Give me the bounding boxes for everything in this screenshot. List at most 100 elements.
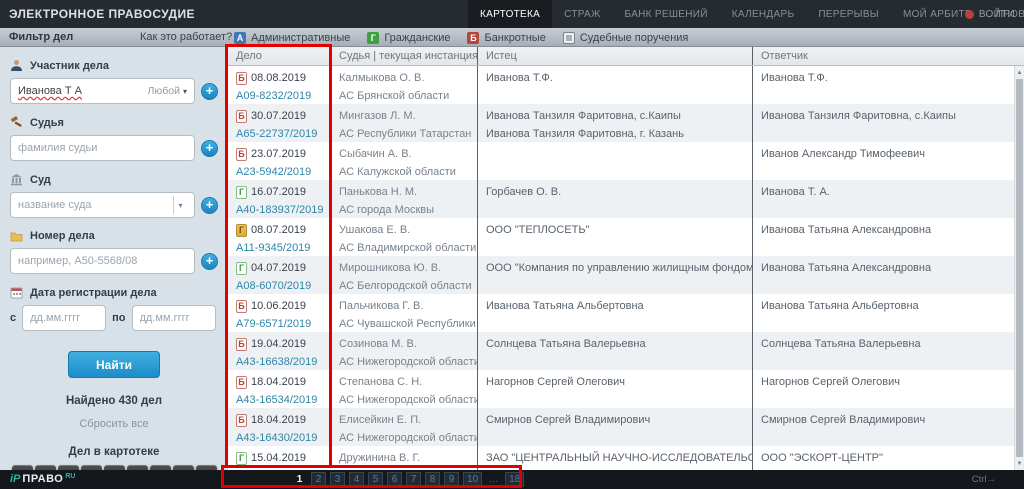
plaintiff-name: Солнцева Татьяна Валерьевна: [486, 337, 744, 351]
add-case-number-button[interactable]: +: [201, 253, 218, 270]
date-to-label: по: [112, 312, 125, 324]
participant-role-select[interactable]: Любой ▾: [148, 85, 188, 97]
judge-cell: Мингазов Л. М.АС Республики Татарстан: [331, 104, 478, 142]
top-nav: КАРТОТЕКАСТРАЖБАНК РЕШЕНИЙКАЛЕНДАРЬПЕРЕР…: [468, 0, 1024, 28]
participant-value: Иванова Т А: [18, 85, 82, 97]
table-row[interactable]: Б18.04.2019А43-16534/2019Степанова С. Н.…: [228, 370, 1024, 408]
case-number-label: Номер дела: [30, 230, 95, 242]
column-header-case[interactable]: Дело: [228, 47, 331, 65]
pagination-page[interactable]: 18: [505, 472, 524, 487]
court-name: АС Брянской области: [339, 89, 469, 103]
pagination-page[interactable]: 3: [330, 472, 345, 487]
judge-input[interactable]: [10, 135, 195, 161]
plaintiff-cell: Иванова Танзиля Фаритовна, с.КаипыИванов…: [478, 104, 753, 142]
top-nav-item[interactable]: СТРАЖ: [552, 0, 612, 28]
login-dot-icon: [965, 10, 974, 19]
scroll-down-icon[interactable]: ▼: [1015, 458, 1024, 469]
case-number-link[interactable]: А40-183937/2019: [236, 203, 323, 217]
column-header-judge[interactable]: Судья | текущая инстанция: [331, 47, 478, 65]
case-number-link[interactable]: А08-6070/2019: [236, 279, 311, 293]
pagination-page[interactable]: 6: [387, 472, 402, 487]
pagination-page[interactable]: 5: [368, 472, 383, 487]
defendant-name: Иванова Т.Ф.: [761, 71, 1016, 85]
court-dropdown-button[interactable]: ▾: [173, 196, 187, 214]
case-number-link[interactable]: А79-6571/2019: [236, 317, 311, 331]
how-it-works-link[interactable]: Как это работает?: [140, 31, 232, 43]
table-row[interactable]: Б19.04.2019А43-16638/2019Созинова М. В.А…: [228, 332, 1024, 370]
pagination-page[interactable]: 1: [292, 472, 307, 487]
vertical-scrollbar[interactable]: ▲ ▼: [1014, 66, 1024, 470]
table-row[interactable]: Г08.07.2019А11-9345/2019Ушакова Е. В.АС …: [228, 218, 1024, 256]
pagination-page[interactable]: 9: [444, 472, 459, 487]
pagination-page[interactable]: 7: [406, 472, 421, 487]
court-name: АС Республики Татарстан: [339, 127, 469, 141]
case-type-icon: Г: [236, 224, 247, 237]
case-cell: Г04.07.2019А08-6070/2019: [228, 256, 331, 294]
date-from-input[interactable]: [22, 305, 106, 331]
login-button[interactable]: ВОЙТИ: [965, 0, 1015, 28]
judge-name: Пальчикова Г. В.: [339, 299, 469, 313]
case-number-link[interactable]: А43-16638/2019: [236, 355, 317, 369]
plaintiff-name: Смирнов Сергей Владимирович: [486, 413, 744, 427]
court-name: АС Нижегородской области: [339, 393, 469, 407]
case-type-icon: Б: [236, 72, 247, 85]
add-participant-button[interactable]: +: [201, 83, 218, 100]
case-type-icon: Г: [236, 452, 247, 465]
case-cell: Г16.07.2019 А40-183937/2019: [228, 180, 331, 218]
plaintiff-name: Нагорнов Сергей Олегович: [486, 375, 744, 389]
case-type-tab[interactable]: Судебные поручения: [563, 32, 689, 44]
table-row[interactable]: Б18.04.2019А43-16430/2019Елисейкин Е. П.…: [228, 408, 1024, 446]
table-row[interactable]: Б10.06.2019А79-6571/2019Пальчикова Г. В.…: [228, 294, 1024, 332]
case-number-link[interactable]: А43-16534/2019: [236, 393, 317, 407]
pagination-page[interactable]: 8: [425, 472, 440, 487]
person-icon: [10, 59, 23, 72]
defendant-cell: Иванова Татьяна Александровна: [753, 218, 1024, 256]
case-date: 15.04.2019: [251, 451, 306, 465]
scrollbar-thumb[interactable]: [1016, 79, 1023, 457]
case-number-link[interactable]: А23-5942/2019: [236, 165, 311, 179]
case-cell: Г15.04.2019А40-86349/2019: [228, 446, 331, 470]
top-nav-item[interactable]: КАРТОТЕКА: [468, 0, 552, 28]
pravo-logo-suffix: RU: [65, 473, 75, 480]
pagination-page[interactable]: 2: [311, 472, 326, 487]
case-type-tab[interactable]: ББанкротные: [467, 32, 545, 44]
table-row[interactable]: Б08.08.2019А09-8232/2019Калмыкова О. В.А…: [228, 66, 1024, 104]
table-row[interactable]: Б30.07.2019А65-22737/2019Мингазов Л. М.А…: [228, 104, 1024, 142]
add-judge-button[interactable]: +: [201, 140, 218, 157]
case-number-link[interactable]: А09-8232/2019: [236, 89, 311, 103]
participant-input[interactable]: Иванова Т А Любой ▾: [10, 78, 195, 104]
case-number-input[interactable]: [10, 248, 195, 274]
plaintiff-cell: Нагорнов Сергей Олегович: [478, 370, 753, 408]
case-number-link[interactable]: А11-9345/2019: [236, 241, 310, 255]
top-nav-item[interactable]: БАНК РЕШЕНИЙ: [613, 0, 720, 28]
court-input[interactable]: название суда ▾: [10, 192, 195, 218]
column-header-plaintiff[interactable]: Истец: [478, 47, 753, 65]
case-cell: Г08.07.2019А11-9345/2019: [228, 218, 331, 256]
find-button[interactable]: Найти: [68, 351, 160, 378]
pravo-ru-logo[interactable]: iP ПРАВО RU: [10, 473, 75, 485]
pagination-page[interactable]: 10: [463, 472, 482, 487]
scroll-up-icon[interactable]: ▲: [1015, 67, 1024, 78]
case-type-tab[interactable]: ГГражданские: [367, 32, 450, 44]
defendant-cell: Нагорнов Сергей Олегович: [753, 370, 1024, 408]
case-date-line: Г16.07.2019: [236, 185, 323, 199]
add-court-button[interactable]: +: [201, 197, 218, 214]
defendant-cell: Иванова Танзиля Фаритовна, с.Каипы: [753, 104, 1024, 142]
table-row[interactable]: Г04.07.2019А08-6070/2019Мирошникова Ю. В…: [228, 256, 1024, 294]
case-number-link[interactable]: А43-16430/2019: [236, 431, 317, 445]
case-date: 04.07.2019: [251, 261, 306, 275]
case-type-tab[interactable]: ААдминистративные: [234, 32, 350, 44]
table-row[interactable]: Г15.04.2019А40-86349/2019Дружинина В. Г.…: [228, 446, 1024, 470]
top-nav-item[interactable]: ПЕРЕРЫВЫ: [806, 0, 891, 28]
top-nav-item[interactable]: КАЛЕНДАРЬ: [720, 0, 807, 28]
reset-all-link[interactable]: Сбросить все: [0, 418, 228, 430]
date-to-input[interactable]: [132, 305, 216, 331]
table-row[interactable]: Г16.07.2019А40-183937/2019Панькова Н. М.…: [228, 180, 1024, 218]
court-name: АС Белгородской области: [339, 279, 469, 293]
column-header-defendant[interactable]: Ответчик: [753, 47, 1024, 65]
defendant-name: Нагорнов Сергей Олегович: [761, 375, 1016, 389]
registration-date-label: Дата регистрации дела: [30, 287, 157, 299]
pagination-page[interactable]: 4: [349, 472, 364, 487]
case-number-link[interactable]: А65-22737/2019: [236, 127, 317, 141]
table-row[interactable]: Б23.07.2019А23-5942/2019Сыбачин А. В.АС …: [228, 142, 1024, 180]
